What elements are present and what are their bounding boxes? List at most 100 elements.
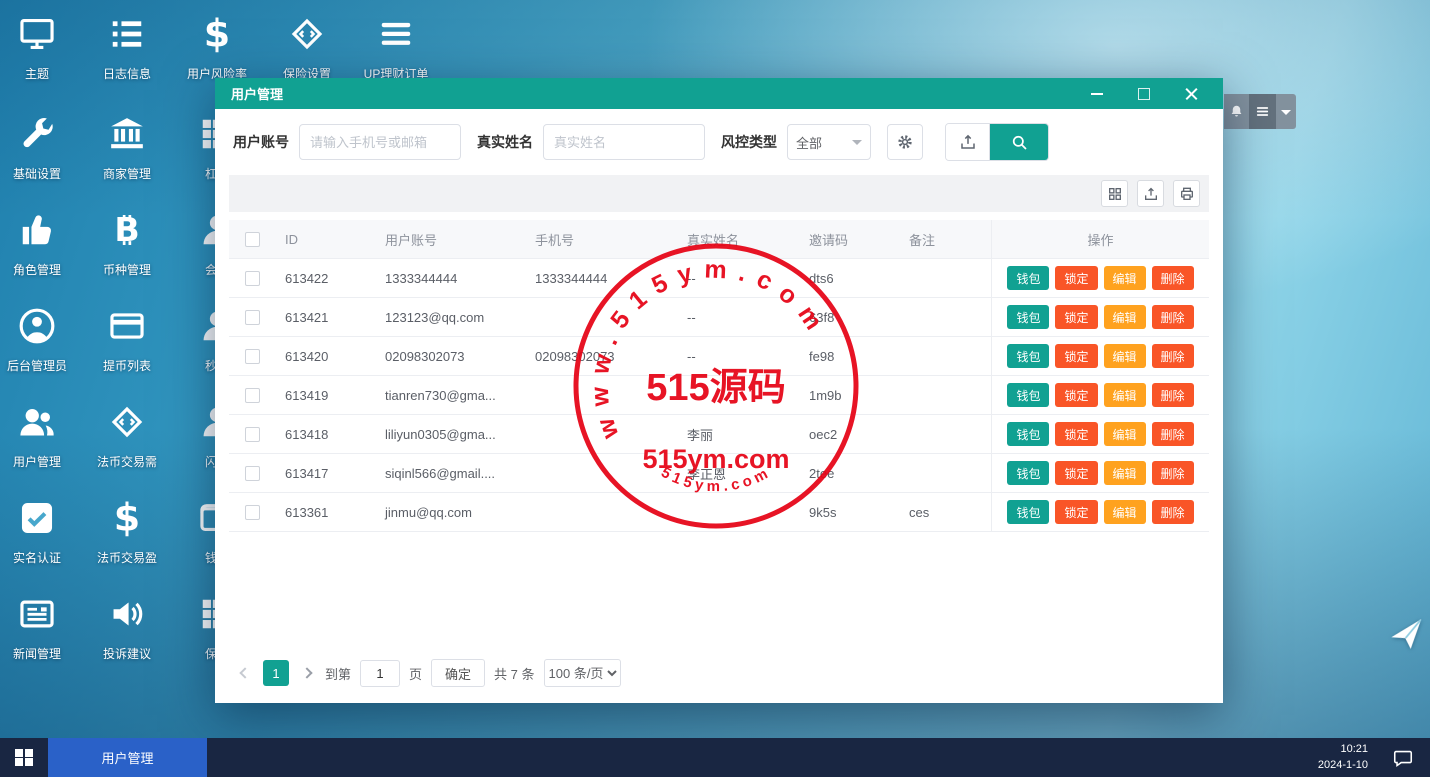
desktop-icon-up-finance-orders[interactable]: UP理财订单 bbox=[351, 14, 441, 82]
edit-button[interactable]: 编辑 bbox=[1103, 344, 1146, 368]
row-checkbox[interactable] bbox=[244, 504, 260, 520]
wallet-button[interactable]: 钱包 bbox=[1007, 266, 1050, 290]
edit-button[interactable]: 编辑 bbox=[1103, 305, 1146, 329]
export-table-button[interactable] bbox=[1137, 180, 1164, 207]
speaker-icon bbox=[107, 594, 147, 634]
page-number-button[interactable]: 1 bbox=[263, 660, 289, 686]
delete-button[interactable]: 删除 bbox=[1151, 266, 1194, 290]
dollar-icon bbox=[107, 498, 147, 538]
row-checkbox[interactable] bbox=[244, 270, 260, 286]
maximize-button[interactable] bbox=[1136, 86, 1152, 102]
menu-icon[interactable] bbox=[1249, 94, 1276, 129]
window-titlebar[interactable]: 用户管理 bbox=[215, 78, 1223, 109]
desktop-icon-label: 提币列表 bbox=[102, 359, 151, 373]
print-icon bbox=[1179, 186, 1195, 202]
realname-input[interactable] bbox=[543, 124, 705, 160]
page-size-select[interactable]: 100 条/页 bbox=[543, 659, 621, 687]
desktop-icon-label: 法币交易需 bbox=[96, 455, 157, 469]
lock-button[interactable]: 锁定 bbox=[1055, 461, 1098, 485]
edit-button[interactable]: 编辑 bbox=[1103, 422, 1146, 446]
wallet-button[interactable]: 钱包 bbox=[1007, 305, 1050, 329]
lock-button[interactable]: 锁定 bbox=[1055, 422, 1098, 446]
desktop-icon-insurance-settings[interactable]: 保险设置 bbox=[262, 14, 352, 82]
row-checkbox[interactable] bbox=[244, 465, 260, 481]
check-square-icon bbox=[17, 498, 57, 538]
cell-phone bbox=[525, 376, 677, 415]
row-checkbox[interactable] bbox=[244, 426, 260, 442]
delete-button[interactable]: 删除 bbox=[1151, 422, 1194, 446]
row-checkbox[interactable] bbox=[244, 387, 260, 403]
delete-button[interactable]: 删除 bbox=[1151, 383, 1194, 407]
edit-button[interactable]: 编辑 bbox=[1103, 266, 1146, 290]
row-checkbox[interactable] bbox=[244, 309, 260, 325]
minimize-button[interactable] bbox=[1089, 86, 1105, 102]
chevron-down-icon[interactable] bbox=[1276, 94, 1296, 129]
desktop-icon-fiat-trade-demand[interactable]: 法币交易需 bbox=[82, 402, 172, 470]
column-settings-button[interactable] bbox=[1101, 180, 1128, 207]
delete-button[interactable]: 删除 bbox=[1151, 461, 1194, 485]
wallet-button[interactable]: 钱包 bbox=[1007, 422, 1050, 446]
lock-button[interactable]: 锁定 bbox=[1055, 344, 1098, 368]
edit-button[interactable]: 编辑 bbox=[1103, 461, 1146, 485]
desktop-icon-withdraw-list[interactable]: 提币列表 bbox=[82, 306, 172, 374]
row-checkbox-cell bbox=[229, 298, 275, 337]
desktop-icon-news-management[interactable]: 新闻管理 bbox=[0, 594, 82, 662]
edit-button[interactable]: 编辑 bbox=[1103, 500, 1146, 524]
risk-type-select[interactable]: 全部 bbox=[787, 124, 871, 160]
delete-button[interactable]: 删除 bbox=[1151, 305, 1194, 329]
desktop-icon-logs[interactable]: 日志信息 bbox=[82, 14, 172, 82]
desktop-icon-theme[interactable]: 主题 bbox=[0, 14, 82, 82]
desktop-icon-user-risk[interactable]: 用户风险率 bbox=[172, 14, 262, 82]
header-account: 用户账号 bbox=[385, 232, 438, 248]
account-input[interactable] bbox=[299, 124, 461, 160]
lock-button[interactable]: 锁定 bbox=[1055, 266, 1098, 290]
newspaper-icon bbox=[17, 594, 57, 634]
desktop-icon-backend-admin[interactable]: 后台管理员 bbox=[0, 306, 82, 374]
search-button[interactable] bbox=[990, 124, 1048, 160]
print-button[interactable] bbox=[1173, 180, 1200, 207]
wallet-button[interactable]: 钱包 bbox=[1007, 344, 1050, 368]
desktop-icon-fiat-trade-profit[interactable]: 法币交易盈 bbox=[82, 498, 172, 566]
select-all-checkbox[interactable] bbox=[244, 231, 260, 247]
lock-button[interactable]: 锁定 bbox=[1055, 383, 1098, 407]
settings-button[interactable] bbox=[887, 124, 923, 160]
next-page-button[interactable] bbox=[298, 660, 316, 686]
window-controls bbox=[1089, 86, 1207, 102]
delete-button[interactable]: 删除 bbox=[1151, 344, 1194, 368]
close-button[interactable] bbox=[1183, 86, 1199, 102]
export-button[interactable] bbox=[946, 124, 990, 160]
diamond-icon bbox=[107, 402, 147, 442]
desktop-icon-feedback[interactable]: 投诉建议 bbox=[82, 594, 172, 662]
lock-button[interactable]: 锁定 bbox=[1055, 500, 1098, 524]
cell-invite: 1m9b bbox=[799, 376, 899, 415]
header-realname: 真实姓名 bbox=[687, 232, 740, 248]
desktop-icon-user-management[interactable]: 用户管理 bbox=[0, 402, 82, 470]
wallet-button[interactable]: 钱包 bbox=[1007, 461, 1050, 485]
taskbar-item-user-management[interactable]: 用户管理 bbox=[48, 738, 207, 777]
desktop-icon-merchant-management[interactable]: 商家管理 bbox=[82, 114, 172, 182]
desktop-icon-realname-auth[interactable]: 实名认证 bbox=[0, 498, 82, 566]
prev-page-button[interactable] bbox=[236, 660, 254, 686]
desktop-icon-currency-management[interactable]: 币种管理 bbox=[82, 210, 172, 278]
edit-button[interactable]: 编辑 bbox=[1103, 383, 1146, 407]
taskbar-clock[interactable]: 10:21 2024-1-10 bbox=[1318, 742, 1368, 774]
lock-button[interactable]: 锁定 bbox=[1055, 305, 1098, 329]
paper-plane-icon[interactable] bbox=[1386, 614, 1428, 656]
table-row: 613421 123123@qq.com -- 63f8 钱包 锁定 编辑 删除 bbox=[229, 298, 1209, 337]
desktop-icon-role-management[interactable]: 角色管理 bbox=[0, 210, 82, 278]
goto-page-input[interactable] bbox=[360, 659, 401, 687]
desktop-icon-basic-settings[interactable]: 基础设置 bbox=[0, 114, 82, 182]
wallet-button[interactable]: 钱包 bbox=[1007, 500, 1050, 524]
cell-note bbox=[899, 454, 991, 493]
start-button[interactable] bbox=[0, 738, 48, 777]
wallet-button[interactable]: 钱包 bbox=[1007, 383, 1050, 407]
bell-icon[interactable] bbox=[1224, 94, 1249, 129]
cell-realname: -- bbox=[677, 298, 799, 337]
cell-actions: 钱包 锁定 编辑 删除 bbox=[991, 298, 1209, 337]
chat-icon[interactable] bbox=[1390, 745, 1416, 771]
confirm-button[interactable]: 确定 bbox=[431, 659, 486, 687]
row-checkbox[interactable] bbox=[244, 348, 260, 364]
desktop-icon-label: 主题 bbox=[24, 67, 49, 81]
delete-button[interactable]: 删除 bbox=[1151, 500, 1194, 524]
desktop-icon-label: 新闻管理 bbox=[12, 647, 61, 661]
